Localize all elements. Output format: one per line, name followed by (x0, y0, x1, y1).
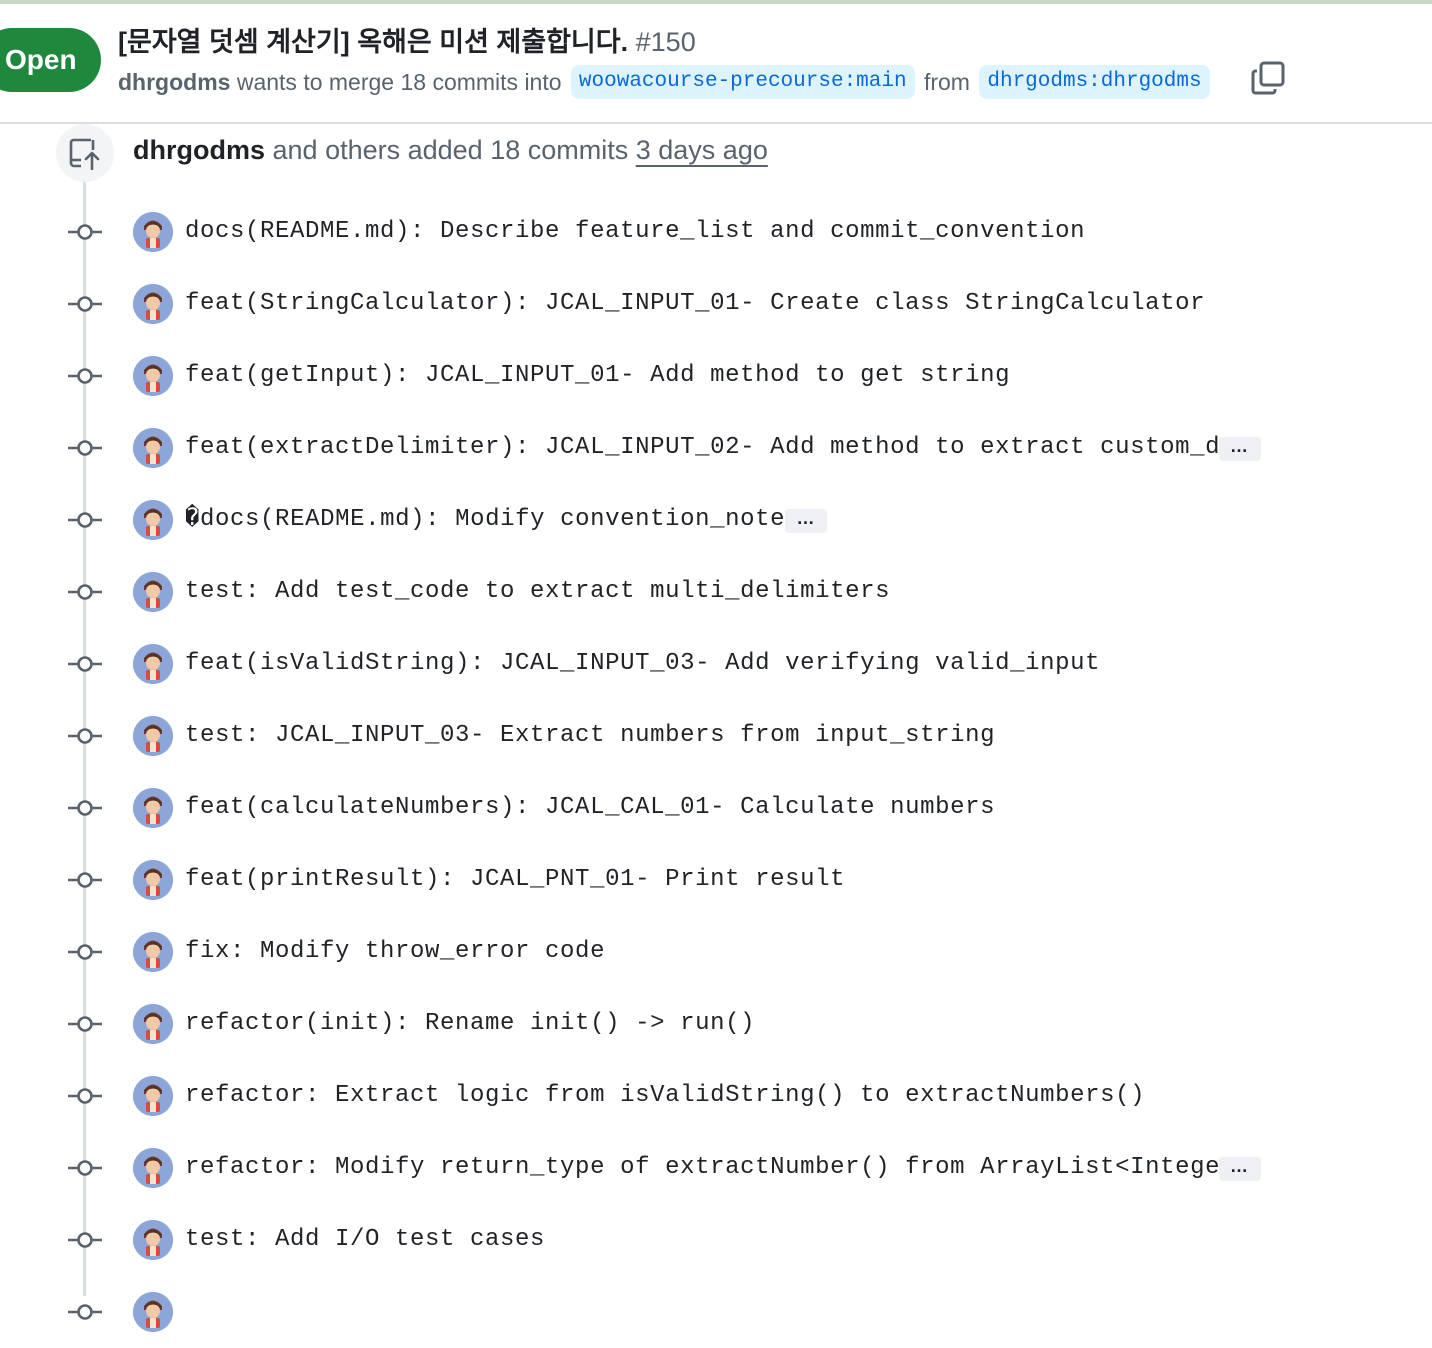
commit-author-avatar[interactable] (133, 860, 173, 900)
commit-group-header: dhrgodms and others added 18 commits 3 d… (133, 130, 768, 170)
commit-message-link[interactable]: feat(isValidString): JCAL_INPUT_03- Add … (185, 644, 1100, 684)
commit-author-avatar[interactable] (133, 428, 173, 468)
commit-author-avatar[interactable] (133, 1220, 173, 1260)
git-commit-icon (68, 1160, 102, 1176)
group-time-link[interactable]: 3 days ago (636, 135, 768, 165)
commit-message-link[interactable]: docs(README.md): Describe feature_list a… (185, 212, 1085, 252)
git-commit-icon (68, 440, 102, 456)
commit-row: docs(README.md): Describe feature_list a… (0, 196, 1432, 268)
git-commit-icon (68, 1304, 102, 1320)
pr-state-badge: Open (0, 28, 101, 92)
commit-message-link[interactable]: fix: Modify throw_error code (185, 932, 605, 972)
git-commit-icon (68, 368, 102, 384)
commit-row: �docs(README.md): Modify convention_note… (0, 484, 1432, 556)
pr-author-link[interactable]: dhrgodms (118, 69, 230, 95)
git-commit-icon (68, 800, 102, 816)
head-branch-link[interactable]: dhrgodms:dhrgodms (979, 65, 1210, 99)
pr-merge-summary: dhrgodms wants to merge 18 commits into … (118, 64, 1213, 100)
git-commit-icon (68, 296, 102, 312)
group-author-link[interactable]: dhrgodms (133, 135, 265, 165)
ellipsis-icon[interactable]: … (785, 509, 827, 533)
commit-message-link[interactable]: feat(printResult): JCAL_PNT_01- Print re… (185, 860, 845, 900)
group-text: and others added 18 commits (272, 135, 629, 165)
ellipsis-icon[interactable]: … (1218, 1157, 1261, 1181)
commit-message-link[interactable]: feat(extractDelimiter): JCAL_INPUT_02- A… (185, 428, 1235, 468)
commit-row: feat(StringCalculator): JCAL_INPUT_01- C… (0, 268, 1432, 340)
git-commit-icon (68, 872, 102, 888)
commit-row: feat(getInput): JCAL_INPUT_01- Add metho… (0, 340, 1432, 412)
commit-message-link[interactable]: feat(StringCalculator): JCAL_INPUT_01- C… (185, 284, 1205, 324)
commit-author-avatar[interactable] (133, 716, 173, 756)
git-commit-icon (68, 944, 102, 960)
commit-message-link[interactable]: test: Add I/O test cases (185, 1220, 545, 1260)
repo-push-icon (56, 124, 114, 182)
commit-row: feat(printResult): JCAL_PNT_01- Print re… (0, 844, 1432, 916)
commit-message-link[interactable]: feat(getInput): JCAL_INPUT_01- Add metho… (185, 356, 1010, 396)
git-commit-icon (68, 1088, 102, 1104)
git-commit-icon (68, 584, 102, 600)
commit-message-link[interactable]: test: Add test_code to extract multi_del… (185, 572, 890, 612)
commit-message-link[interactable]: refactor(init): Rename init() -> run() (185, 1004, 755, 1044)
git-commit-icon (68, 656, 102, 672)
commit-author-avatar[interactable] (133, 284, 173, 324)
pr-title: [문자열 덧셈 계산기] 옥해은 미션 제출합니다. #150 (118, 22, 696, 62)
git-commit-icon (68, 512, 102, 528)
git-commit-icon (68, 224, 102, 240)
commit-row: test: Add test_code to extract multi_del… (0, 556, 1432, 628)
pr-state-label: Open (5, 44, 77, 75)
commit-author-avatar[interactable] (133, 572, 173, 612)
commit-message-link[interactable]: test: JCAL_INPUT_03- Extract numbers fro… (185, 716, 995, 756)
commit-message-link[interactable]: �docs(README.md): Modify convention_note (185, 500, 785, 540)
commit-author-avatar[interactable] (133, 788, 173, 828)
commit-row: feat(isValidString): JCAL_INPUT_03- Add … (0, 628, 1432, 700)
commit-author-avatar[interactable] (133, 212, 173, 252)
header-divider (0, 122, 1432, 124)
pr-title-text: [문자열 덧셈 계산기] 옥해은 미션 제출합니다. (118, 27, 629, 57)
commit-author-avatar[interactable] (133, 1292, 173, 1332)
git-commit-icon (68, 728, 102, 744)
commit-row: refactor: Extract logic from isValidStri… (0, 1060, 1432, 1132)
commit-row (0, 1276, 1432, 1348)
ellipsis-icon[interactable]: … (1218, 437, 1261, 461)
commit-author-avatar[interactable] (133, 1076, 173, 1116)
commit-row: feat(calculateNumbers): JCAL_CAL_01- Cal… (0, 772, 1432, 844)
commit-author-avatar[interactable] (133, 1004, 173, 1044)
commit-author-avatar[interactable] (133, 500, 173, 540)
commit-message-link[interactable]: feat(calculateNumbers): JCAL_CAL_01- Cal… (185, 788, 995, 828)
copy-icon[interactable] (1250, 60, 1286, 96)
commit-row: refactor: Modify return_type of extractN… (0, 1132, 1432, 1204)
commit-author-avatar[interactable] (133, 644, 173, 684)
commit-row: refactor(init): Rename init() -> run() (0, 988, 1432, 1060)
commit-message-link[interactable]: refactor: Modify return_type of extractN… (185, 1148, 1235, 1188)
commit-row: fix: Modify throw_error code (0, 916, 1432, 988)
merge-text: wants to merge 18 commits into (236, 69, 562, 95)
pr-number: #150 (635, 27, 696, 57)
git-commit-icon (68, 1232, 102, 1248)
commit-author-avatar[interactable] (133, 932, 173, 972)
commit-message-link[interactable]: refactor: Extract logic from isValidStri… (185, 1076, 1145, 1116)
from-text: from (923, 69, 970, 95)
commit-author-avatar[interactable] (133, 1148, 173, 1188)
commit-row: feat(extractDelimiter): JCAL_INPUT_02- A… (0, 412, 1432, 484)
top-border (0, 0, 1432, 4)
git-commit-icon (68, 1016, 102, 1032)
commit-author-avatar[interactable] (133, 356, 173, 396)
base-branch-link[interactable]: woowacourse-precourse:main (570, 65, 915, 99)
commit-row: test: Add I/O test cases (0, 1204, 1432, 1276)
commit-row: test: JCAL_INPUT_03- Extract numbers fro… (0, 700, 1432, 772)
